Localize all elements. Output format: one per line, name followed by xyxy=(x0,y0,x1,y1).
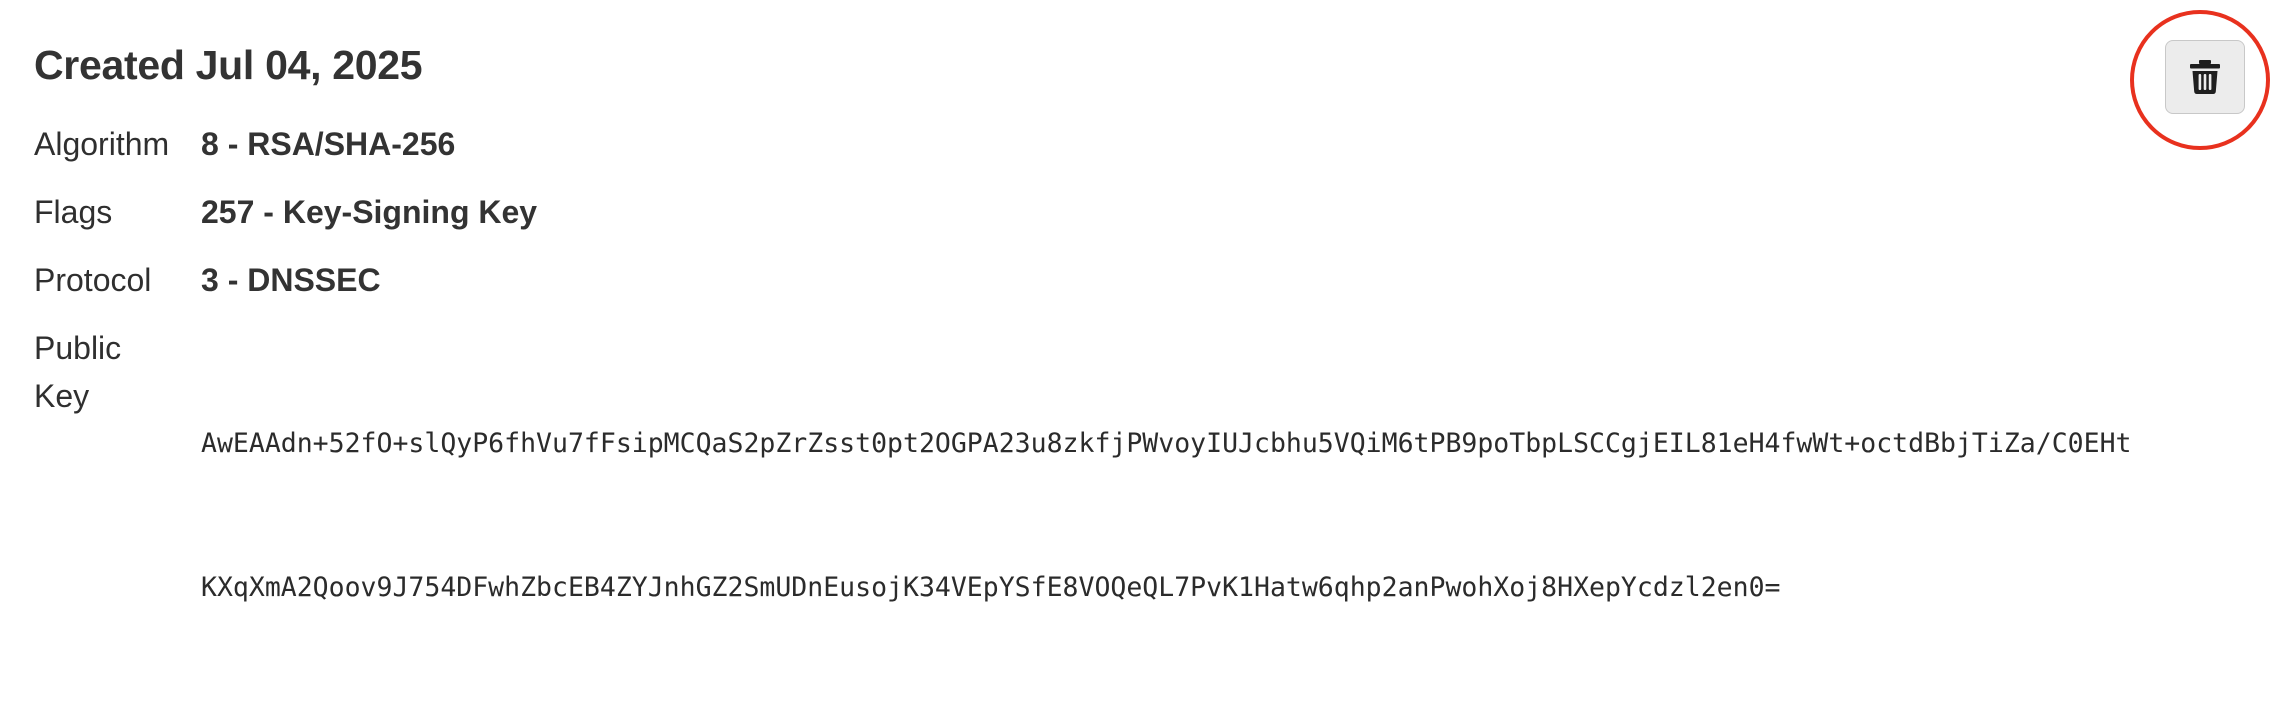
public-key-row: Public Key AwEAAdn+52fO+slQyP6fhVu7fFsip… xyxy=(34,324,2249,603)
protocol-value: 3 - DNSSEC xyxy=(201,262,381,298)
public-key-line2: KXqXmA2Qoov9J754DFwhZbcEB4ZYJnhGZ2SmUDnE… xyxy=(201,572,1781,603)
flags-value: 257 - Key-Signing Key xyxy=(201,194,538,230)
protocol-label: Protocol xyxy=(34,262,152,298)
algorithm-label: Algorithm xyxy=(34,126,170,162)
algorithm-row: Algorithm 8 - RSA/SHA-256 xyxy=(34,120,2249,188)
key-created-title: Created Jul 04, 2025 xyxy=(34,42,423,88)
algorithm-value: 8 - RSA/SHA-256 xyxy=(201,126,456,162)
public-key-line1: AwEAAdn+52fO+slQyP6fhVu7fFsipMCQaS2pZrZs… xyxy=(201,428,2132,459)
key-details: Algorithm 8 - RSA/SHA-256 Flags 257 - Ke… xyxy=(34,120,2249,603)
flags-row: Flags 257 - Key-Signing Key xyxy=(34,188,2249,256)
public-key-label-line2: Key xyxy=(34,378,90,414)
public-key-label: Public Key xyxy=(34,324,201,420)
protocol-row: Protocol 3 - DNSSEC xyxy=(34,256,2249,324)
flags-label: Flags xyxy=(34,194,113,230)
public-key-label-line1: Public xyxy=(34,330,122,366)
dnssec-key-card: Created Jul 04, 2025 Algorithm 8 - RSA/S… xyxy=(34,30,2249,603)
public-key-value[interactable]: AwEAAdn+52fO+slQyP6fhVu7fFsipMCQaS2pZrZs… xyxy=(201,324,2131,708)
trash-icon xyxy=(2190,60,2220,94)
delete-key-button[interactable] xyxy=(2165,40,2245,114)
